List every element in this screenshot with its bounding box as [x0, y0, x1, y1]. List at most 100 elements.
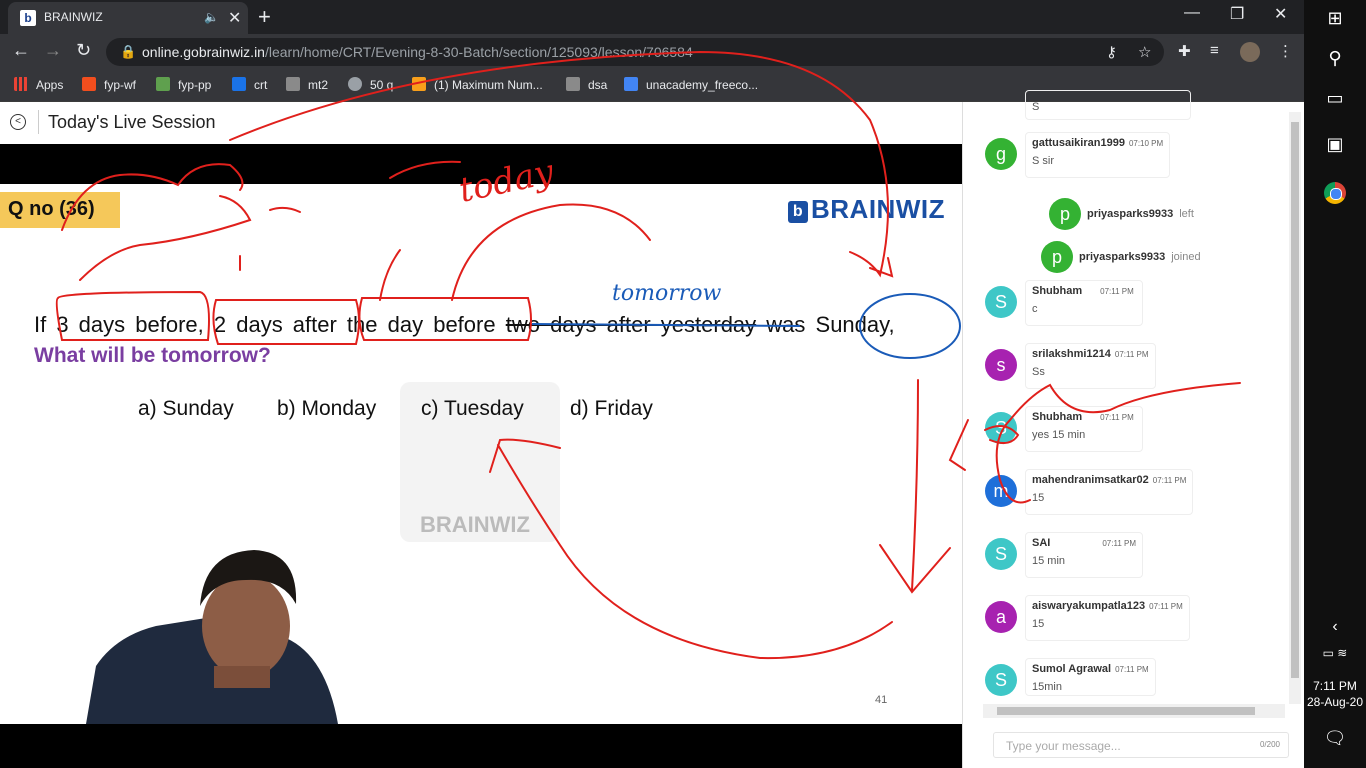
bookmark-label: dsa [588, 78, 608, 92]
bookmark-star-icon[interactable]: ☆ [1138, 43, 1151, 61]
speaker-mute-icon[interactable]: 🔈 [204, 10, 219, 24]
author-name: SAI [1032, 537, 1051, 549]
author-name: Shubham [1032, 411, 1083, 423]
avatar: m [985, 475, 1017, 507]
browser-tab[interactable]: b BRAINWIZ 🔈 ✕ [8, 2, 248, 34]
new-tab-icon[interactable]: + [258, 4, 271, 30]
live-video-player[interactable]: Q no (36) b BRAINWIZ If 3 days before, 2 … [0, 144, 962, 768]
avatar: a [985, 601, 1017, 633]
unacademy-icon [624, 77, 638, 91]
chrome-icon[interactable] [1324, 182, 1346, 204]
bookmark-50q[interactable]: 50 q [348, 77, 393, 92]
author-name: srilakshmi1214 [1032, 348, 1111, 360]
bookmark-mt2[interactable]: mt2 [286, 77, 328, 92]
figma-icon [82, 77, 96, 91]
brand-text: BRAINWIZ [811, 194, 945, 224]
author-name: Sumol Agrawal [1032, 663, 1112, 675]
bookmark-label: 50 q [370, 78, 394, 92]
chat-horizontal-scrollbar[interactable] [983, 704, 1285, 718]
minimize-icon[interactable]: — [1184, 4, 1200, 22]
message-bubble: srilakshmi1214 07:11 PM Ss [1025, 343, 1156, 389]
message-text: yes 15 min [1032, 429, 1086, 441]
avatar: S [985, 664, 1017, 696]
message-time: 07:10 PM [1128, 139, 1164, 148]
bookmark-crt[interactable]: crt [232, 77, 267, 92]
session-title: Today's Live Session [48, 112, 216, 132]
task-view-icon[interactable]: ▭ [1304, 88, 1366, 109]
bookmark-dsa[interactable]: dsa [566, 77, 607, 92]
media-queue-icon[interactable]: ≡ [1210, 42, 1219, 59]
avatar: g [985, 138, 1017, 170]
question-number: Q no (36) [0, 192, 120, 228]
extensions-puzzle-icon[interactable]: ✚ [1178, 42, 1191, 60]
author-name: Shubham [1032, 285, 1083, 297]
cc-icon [286, 77, 300, 91]
question-strikethrough: two days after yesterday [505, 312, 757, 337]
bookmark-label: mt2 [308, 78, 329, 92]
question-part-2: was Sunday, [756, 312, 895, 337]
option-d: d) Friday [570, 397, 653, 420]
message-time: 07:11 PM [1102, 539, 1136, 548]
session-header: < Today's Live Session [0, 102, 962, 144]
bookmark-fyp-pp[interactable]: fyp-pp [156, 77, 211, 92]
message-text: 15 [1032, 618, 1045, 630]
message-bubble: Shubham 07:11 PM c [1025, 280, 1143, 326]
key-icon[interactable]: ⚷ [1106, 43, 1117, 61]
chat-message-input[interactable]: Type your message... 0/200 [993, 732, 1289, 758]
message-text: 15min [1032, 681, 1062, 693]
tab-close-icon[interactable]: ✕ [228, 8, 241, 28]
chat-vertical-scrollbar[interactable] [1289, 112, 1301, 704]
forward-arrow-icon[interactable]: → [44, 40, 62, 61]
clock-time: 7:11 PM [1313, 679, 1357, 693]
chat-system-event: p priyasparks9933 joined [1041, 241, 1201, 273]
url-host: online.gobrainwiz.in [142, 44, 265, 60]
menu-dots-icon[interactable]: ⋮ [1278, 42, 1293, 60]
message-time: 07:11 PM [1114, 350, 1149, 359]
message-bubble: Shubham 07:11 PM yes 15 min [1025, 406, 1143, 452]
question-line-1: If 3 days before, 2 days after the day b… [34, 312, 895, 338]
battery-wifi-icon[interactable]: ▭ ≋ [1304, 646, 1366, 660]
chat-panel: S g gattusaikiran1999 07:10 PM S sir p priy… [962, 90, 1304, 768]
bookmark-maximum-num[interactable]: (1) Maximum Num... [412, 77, 543, 92]
terminal-icon[interactable]: ▣ [1304, 134, 1366, 155]
back-circle-icon[interactable]: < [10, 114, 26, 130]
apps-grid-icon [14, 77, 28, 91]
notification-icon[interactable]: 🗨 [1304, 728, 1366, 749]
char-counter: 0/200 [1259, 740, 1280, 749]
bookmark-label: unacademy_freeco... [646, 78, 759, 92]
system-clock[interactable]: 7:11 PM 28-Aug-20 [1304, 678, 1366, 710]
chat-message-partial: S [1025, 90, 1191, 120]
option-c: c) Tuesday [421, 397, 524, 420]
avatar: S [985, 538, 1017, 570]
avatar: p [1049, 198, 1081, 230]
bookmark-label: fyp-pp [178, 78, 212, 92]
url-text: online.gobrainwiz.in/learn/home/CRT/Even… [142, 44, 693, 60]
brainwiz-favicon-icon: b [20, 10, 36, 26]
search-icon[interactable]: ⚲ [1304, 48, 1366, 69]
windows-start-icon[interactable]: ⊞ [1304, 8, 1366, 29]
scroll-thumb[interactable] [1291, 122, 1299, 678]
address-bar[interactable]: 🔒 online.gobrainwiz.in/learn/home/CRT/Ev… [106, 38, 1164, 66]
back-arrow-icon[interactable]: ← [12, 40, 30, 61]
message-author: gattusaikiran1999 07:10 PM [1032, 137, 1163, 149]
message-time: 07:11 PM [1100, 413, 1134, 422]
message-bubble: mahendranimsatkar02 07:11 PM 15 [1025, 469, 1194, 515]
chevron-left-icon[interactable]: ‹ [1304, 618, 1366, 636]
message-text: 15 min [1032, 555, 1066, 567]
message-time: 07:11 PM [1149, 602, 1183, 611]
scroll-thumb[interactable] [997, 707, 1255, 715]
cc-icon [566, 77, 580, 91]
message-time: 07:11 PM [1152, 476, 1187, 485]
reload-icon[interactable]: ↻ [76, 40, 91, 61]
bookmark-unacademy[interactable]: unacademy_freeco... [624, 77, 758, 92]
close-window-icon[interactable]: ✕ [1274, 4, 1287, 24]
message-bubble: gattusaikiran1999 07:10 PM S sir [1025, 132, 1171, 178]
browser-toolbar: ← → ↻ 🔒 online.gobrainwiz.in/learn/home/… [0, 34, 1304, 70]
message-author: mahendranimsatkar02 07:11 PM [1032, 474, 1186, 486]
message-author: aiswaryakumpatla123 07:11 PM [1032, 600, 1183, 612]
profile-avatar[interactable] [1240, 42, 1260, 62]
tab-title: BRAINWIZ [44, 10, 103, 24]
bookmark-fyp-wf[interactable]: fyp-wf [82, 77, 136, 92]
bookmark-apps[interactable]: Apps [14, 77, 63, 92]
restore-icon[interactable]: ❐ [1230, 4, 1244, 24]
